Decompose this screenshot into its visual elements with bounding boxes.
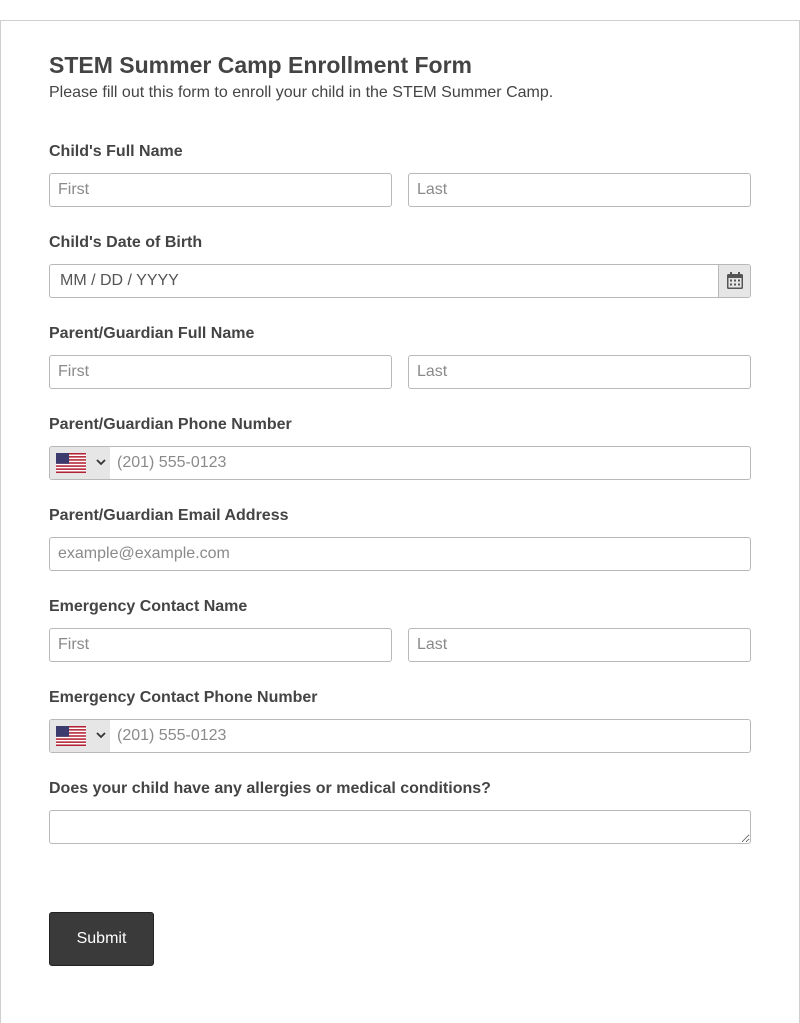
submit-button[interactable]: Submit	[49, 912, 154, 966]
child-dob-field	[49, 264, 751, 298]
child-name-label: Child's Full Name	[49, 143, 183, 160]
chevron-down-icon	[96, 459, 106, 466]
calendar-icon	[726, 272, 743, 289]
child-first-name-input[interactable]	[49, 173, 392, 207]
parent-email-input[interactable]	[49, 537, 751, 571]
us-flag-icon	[56, 726, 86, 746]
emergency-name-label: Emergency Contact Name	[49, 598, 248, 615]
parent-email-label: Parent/Guardian Email Address	[49, 507, 289, 524]
parent-last-name-input[interactable]	[408, 355, 751, 389]
child-last-name-input[interactable]	[408, 173, 751, 207]
parent-phone-field	[49, 446, 751, 480]
emergency-last-name-input[interactable]	[408, 628, 751, 662]
parent-phone-input[interactable]	[110, 447, 750, 479]
parent-name-label: Parent/Guardian Full Name	[49, 325, 255, 342]
emergency-phone-country-select[interactable]	[50, 720, 110, 752]
emergency-phone-input[interactable]	[110, 720, 750, 752]
chevron-down-icon	[96, 732, 106, 739]
parent-phone-label: Parent/Guardian Phone Number	[49, 416, 292, 433]
medical-label: Does your child have any allergies or me…	[49, 780, 491, 797]
child-dob-label: Child's Date of Birth	[49, 234, 203, 251]
emergency-phone-label: Emergency Contact Phone Number	[49, 689, 318, 706]
child-dob-input[interactable]	[50, 265, 718, 297]
form-subtitle: Please fill out this form to enroll your…	[49, 84, 554, 101]
medical-textarea[interactable]	[49, 810, 751, 844]
emergency-first-name-input[interactable]	[49, 628, 392, 662]
parent-phone-country-select[interactable]	[50, 447, 110, 479]
emergency-phone-field	[49, 719, 751, 753]
calendar-button[interactable]	[718, 265, 750, 297]
form-title: STEM Summer Camp Enrollment Form	[49, 52, 473, 78]
parent-first-name-input[interactable]	[49, 355, 392, 389]
us-flag-icon	[56, 453, 86, 473]
